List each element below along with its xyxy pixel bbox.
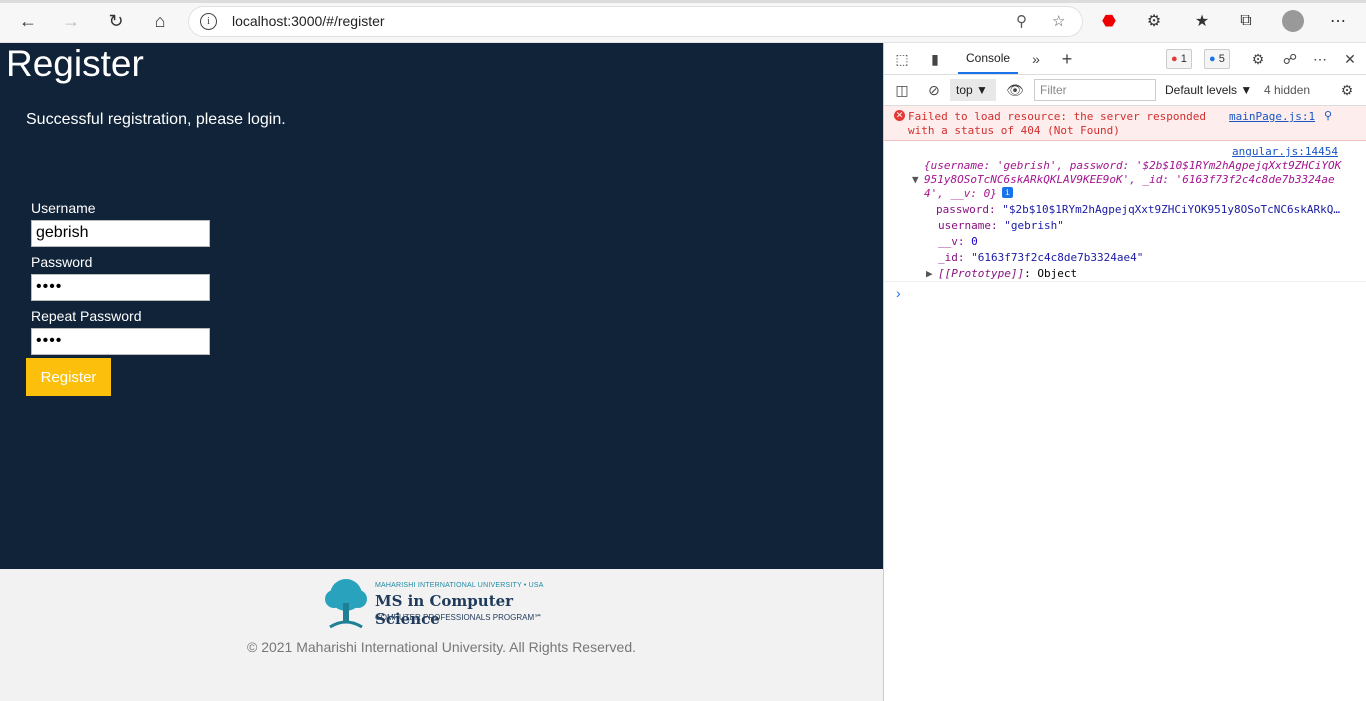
favorites-icon[interactable]: ★	[1189, 8, 1215, 34]
context-value: top	[956, 83, 973, 97]
success-message: Successful registration, please login.	[26, 111, 286, 128]
prop-username-value: "gebrish"	[1004, 219, 1064, 232]
message-icon: ●	[1209, 53, 1216, 65]
console-error-row: ✕ Failed to load resource: the server re…	[884, 106, 1366, 141]
footer: MAHARISHI INTERNATIONAL UNIVERSITY • USA…	[0, 569, 883, 701]
levels-label: Default levels	[1165, 83, 1238, 97]
reload-icon[interactable]: ↻	[101, 7, 131, 35]
more-tabs-icon[interactable]: »	[1025, 48, 1047, 70]
prop-v: __v: 0	[938, 235, 978, 248]
search-icon[interactable]: ⚲	[1324, 109, 1332, 122]
prop-id: _id: "6163f73f2c4c8de7b3324ae4"	[938, 251, 1143, 264]
repeat-password-input[interactable]: ••••	[31, 328, 210, 355]
info-count-badge[interactable]: ● 5	[1204, 49, 1230, 69]
adblock-icon[interactable]: ⬣	[1096, 8, 1122, 34]
key-icon[interactable]: ⚲	[1016, 12, 1027, 30]
context-selector[interactable]: top ▼	[950, 79, 996, 101]
prop-username: username: "gebrish"	[938, 219, 1064, 232]
prop-username-key: username:	[938, 219, 998, 232]
prop-v-key: __v:	[938, 235, 965, 248]
customize-icon[interactable]: ☍	[1279, 48, 1301, 70]
console-toolbar: ◫ ⊘ top ▼ 👁 Filter Default levels ▼ 4 hi…	[884, 75, 1366, 106]
dropdown-arrow-icon: ▼	[976, 83, 988, 97]
info-icon[interactable]: i	[200, 13, 217, 30]
password-input[interactable]: ••••	[31, 274, 210, 301]
devtools-more-icon[interactable]: ⋯	[1309, 48, 1331, 70]
password-label: Password	[31, 254, 93, 270]
console-filter-input[interactable]: Filter	[1034, 79, 1156, 101]
inspect-element-icon[interactable]: ⬚	[891, 48, 913, 70]
register-page: Register Successful registration, please…	[0, 43, 883, 569]
info-badge-icon[interactable]: i	[1002, 187, 1013, 198]
expand-triangle-icon[interactable]: ▼	[912, 173, 919, 186]
console-prompt-icon[interactable]: ›	[896, 285, 901, 301]
more-menu-icon[interactable]: ⋯	[1325, 8, 1351, 34]
error-source-link[interactable]: mainPage.js:1	[1229, 110, 1315, 123]
error-count: 1	[1180, 53, 1187, 65]
sidebar-toggle-icon[interactable]: ◫	[891, 79, 913, 101]
log-source-link[interactable]: angular.js:14454	[1232, 145, 1338, 158]
collections-icon[interactable]: ⧉	[1233, 8, 1259, 34]
close-devtools-icon[interactable]: ✕	[1339, 48, 1361, 70]
clear-console-icon[interactable]: ⊘	[923, 79, 945, 101]
prop-prototype-key: [[Prototype]]	[938, 267, 1025, 280]
prop-id-value: "6163f73f2c4c8de7b3324ae4"	[971, 251, 1144, 264]
log-summary-line-3[interactable]: 4', __v: 0}	[924, 187, 997, 200]
error-message: Failed to load resource: the server resp…	[908, 110, 1207, 137]
extensions-icon[interactable]: ⚙	[1141, 8, 1167, 34]
prop-prototype-value: : Object	[1024, 267, 1078, 280]
prop-password-value: "$2b$10$1RYm2hAgpejqXxt9ZHCiYOK951y8OSoT…	[1002, 203, 1340, 216]
forward-arrow-icon[interactable]: →	[56, 7, 86, 35]
error-icon: ✕	[894, 110, 905, 121]
prop-prototype[interactable]: [[Prototype]]: Object	[938, 267, 1077, 280]
log-levels-dropdown[interactable]: Default levels ▼	[1165, 79, 1252, 101]
prop-v-value: 0	[971, 235, 978, 248]
settings-gear-icon[interactable]: ⚙	[1247, 48, 1269, 70]
prop-password-key: password:	[936, 203, 996, 216]
username-input[interactable]: gebrish	[31, 220, 210, 247]
profile-avatar-icon[interactable]	[1280, 8, 1306, 34]
devtools-panel: ⬚ ▮ Console » + ● 1 ● 5 ⚙ ☍ ⋯ ✕ ◫ ⊘ top …	[883, 43, 1366, 701]
prop-id-key: _id:	[938, 251, 965, 264]
prop-password: password: "$2b$10$1RYm2hAgpejqXxt9ZHCiYO…	[936, 203, 1356, 216]
hidden-count[interactable]: 4 hidden	[1264, 79, 1310, 101]
username-label: Username	[31, 200, 96, 216]
browser-toolbar: ← → ↻ ⌂ i localhost:3000/#/register ⚲ ☆ …	[0, 0, 1366, 43]
info-count: 5	[1218, 53, 1225, 65]
address-bar[interactable]: i localhost:3000/#/register ⚲ ☆	[188, 6, 1083, 37]
console-settings-icon[interactable]: ⚙	[1336, 79, 1358, 101]
url-text[interactable]: localhost:3000/#/register	[232, 13, 385, 29]
devtools-tabbar: ⬚ ▮ Console » + ● 1 ● 5 ⚙ ☍ ⋯ ✕	[884, 43, 1366, 75]
add-tab-icon[interactable]: +	[1056, 48, 1078, 70]
add-favorite-icon[interactable]: ☆	[1052, 12, 1065, 30]
page-title: Register	[6, 43, 144, 84]
mius-logo: MAHARISHI INTERNATIONAL UNIVERSITY • USA…	[322, 577, 562, 633]
live-expression-eye-icon[interactable]: 👁	[1004, 79, 1026, 101]
copyright-text: © 2021 Maharishi International Universit…	[246, 639, 636, 655]
log-summary-line-1[interactable]: {username: 'gebrish', password: '$2b$10$…	[924, 159, 1341, 172]
error-dot-icon: ●	[1171, 53, 1178, 65]
tab-console[interactable]: Console	[958, 43, 1019, 74]
logo-subtitle: COMPUTER PROFESSIONALS PROGRAM℠	[375, 613, 543, 622]
collapsed-triangle-icon[interactable]: ▶	[926, 267, 933, 280]
home-icon[interactable]: ⌂	[145, 7, 175, 35]
error-count-badge[interactable]: ● 1	[1166, 49, 1192, 69]
logo-program-title: MS in Computer Science	[375, 592, 514, 628]
repeat-password-label: Repeat Password	[31, 308, 142, 324]
console-log-row: angular.js:14454 {username: 'gebrish', p…	[884, 141, 1366, 282]
log-summary-line-2[interactable]: 951y8OSoTcNC6skARkQKLAV9KEE9oK', _id: '6…	[924, 173, 1335, 186]
device-toolbar-icon[interactable]: ▮	[924, 48, 946, 70]
tab-strip	[0, 0, 1366, 3]
logo-university-text: MAHARISHI INTERNATIONAL UNIVERSITY • USA	[375, 582, 544, 589]
back-arrow-icon[interactable]: ←	[13, 7, 43, 35]
register-button[interactable]: Register	[26, 358, 111, 396]
tree-logo-icon	[325, 579, 367, 629]
